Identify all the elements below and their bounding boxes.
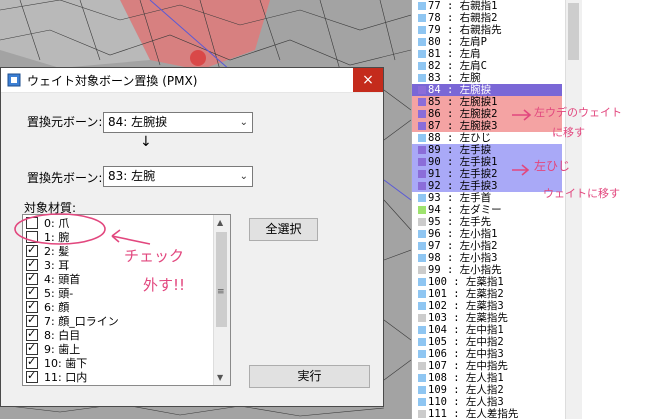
upper-note-1: 左ウデのウェイト bbox=[534, 106, 622, 119]
arrowhead-icon bbox=[111, 229, 121, 243]
upper-note-2: に移す bbox=[552, 126, 585, 139]
upper-arrow-icon bbox=[512, 109, 532, 121]
check-note-2: 外す!! bbox=[143, 276, 186, 294]
check-note-1: チェック bbox=[124, 247, 185, 265]
lower-note-1: 左ひじ bbox=[534, 159, 571, 173]
lower-arrow-icon bbox=[512, 164, 530, 176]
annotation-strokes bbox=[14, 109, 532, 245]
circle-annotation-icon bbox=[14, 213, 106, 245]
screenshot: 77 : 右親指1 78 : 右親指2 79 : 右親指先 80 : 左肩P 81 : … bbox=[0, 0, 671, 419]
lower-note-2: ウェイトに移す bbox=[543, 187, 620, 200]
